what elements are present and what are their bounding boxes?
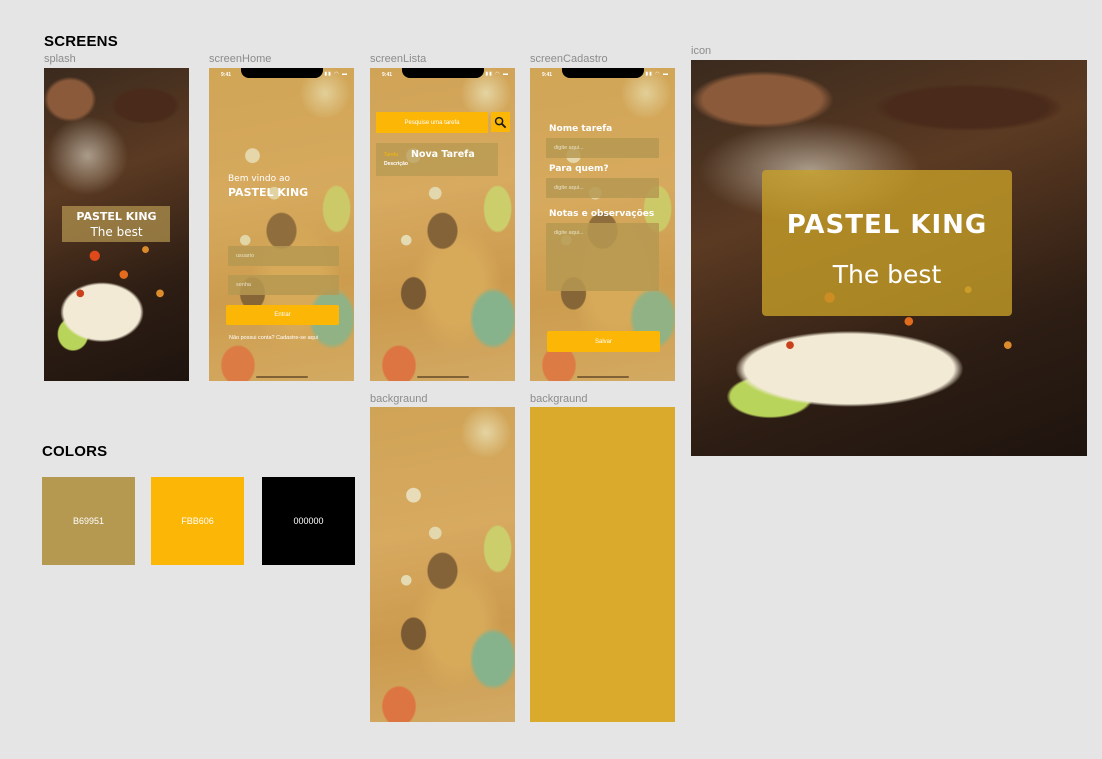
frame-label-splash[interactable]: splash xyxy=(44,53,76,65)
home-welcome-line2: PASTEL KING xyxy=(228,186,309,199)
color-swatch-b69951[interactable]: B69951 xyxy=(42,477,135,565)
home-frame[interactable]: 9:41 ▮▮ ◠ ▬ Bem vindo ao PASTEL KING usu… xyxy=(209,68,354,381)
status-icons: ▮▮ ◠ ▬ xyxy=(645,71,669,77)
splash-frame[interactable]: PASTEL KING The best xyxy=(44,68,189,381)
task-search-input[interactable]: Pesquise uma tarefa xyxy=(376,112,488,133)
status-bar: 9:41 ▮▮ ◠ ▬ xyxy=(370,68,515,80)
task-description: Descrição xyxy=(384,161,408,167)
home-indicator xyxy=(576,376,629,378)
icon-subtitle: The best xyxy=(832,260,942,289)
splash-title: PASTEL KING xyxy=(76,210,157,223)
for-whom-label: Para quem? xyxy=(549,164,609,174)
task-prefix: Tarefa xyxy=(384,152,398,158)
status-icons: ▮▮ ◠ ▬ xyxy=(324,71,348,77)
home-indicator xyxy=(255,376,308,378)
lista-frame[interactable]: 9:41 ▮▮ ◠ ▬ Pesquise uma tarefa Tarefa N… xyxy=(370,68,515,381)
color-swatch-000000[interactable]: 000000 xyxy=(262,477,355,565)
save-button[interactable]: Salvar xyxy=(547,331,660,352)
color-swatch-fbb606[interactable]: FBB606 xyxy=(151,477,244,565)
background-tint xyxy=(370,407,515,722)
frame-label-icon[interactable]: icon xyxy=(691,45,711,57)
search-button[interactable] xyxy=(491,112,510,132)
splash-subtitle: The best xyxy=(90,225,143,239)
password-input[interactable]: senha xyxy=(228,275,339,295)
frame-label-home[interactable]: screenHome xyxy=(209,53,271,65)
icon-title-card xyxy=(762,170,1012,316)
background-photo-frame[interactable] xyxy=(370,407,515,722)
frame-label-background-2[interactable]: backgraund xyxy=(530,393,588,405)
frame-label-cadastro[interactable]: screenCadastro xyxy=(530,53,608,65)
screens-heading: SCREENS xyxy=(44,33,118,50)
home-welcome-line1: Bem vindo ao xyxy=(228,174,290,184)
status-time: 9:41 xyxy=(542,72,553,78)
background-solid-frame[interactable] xyxy=(530,407,675,722)
cadastro-frame[interactable]: 9:41 ▮▮ ◠ ▬ Nome tarefa digite aqui... P… xyxy=(530,68,675,381)
signup-link[interactable]: Não possui conta? Cadastre-se aqui xyxy=(229,335,318,341)
notes-textarea[interactable]: digite aqui... xyxy=(546,223,659,291)
home-indicator xyxy=(416,376,469,378)
frame-label-background-1[interactable]: backgraund xyxy=(370,393,428,405)
search-icon xyxy=(494,116,507,128)
status-time: 9:41 xyxy=(382,72,393,78)
colors-heading: COLORS xyxy=(42,443,108,460)
status-time: 9:41 xyxy=(221,72,232,78)
for-whom-input[interactable]: digite aqui... xyxy=(546,178,659,198)
task-name-input[interactable]: digite aqui... xyxy=(546,138,659,158)
enter-button[interactable]: Entrar xyxy=(226,305,339,325)
notes-label: Notas e observações xyxy=(549,209,655,219)
status-bar: 9:41 ▮▮ ◠ ▬ xyxy=(209,68,354,80)
icon-title: PASTEL KING xyxy=(786,210,988,240)
task-name-label: Nome tarefa xyxy=(549,124,613,134)
frame-label-lista[interactable]: screenLista xyxy=(370,53,426,65)
icon-frame[interactable]: PASTEL KING The best xyxy=(691,60,1087,456)
username-input[interactable]: usuario xyxy=(228,246,339,266)
status-icons: ▮▮ ◠ ▬ xyxy=(485,71,509,77)
task-title: Nova Tarefa xyxy=(411,149,475,160)
status-bar: 9:41 ▮▮ ◠ ▬ xyxy=(530,68,675,80)
